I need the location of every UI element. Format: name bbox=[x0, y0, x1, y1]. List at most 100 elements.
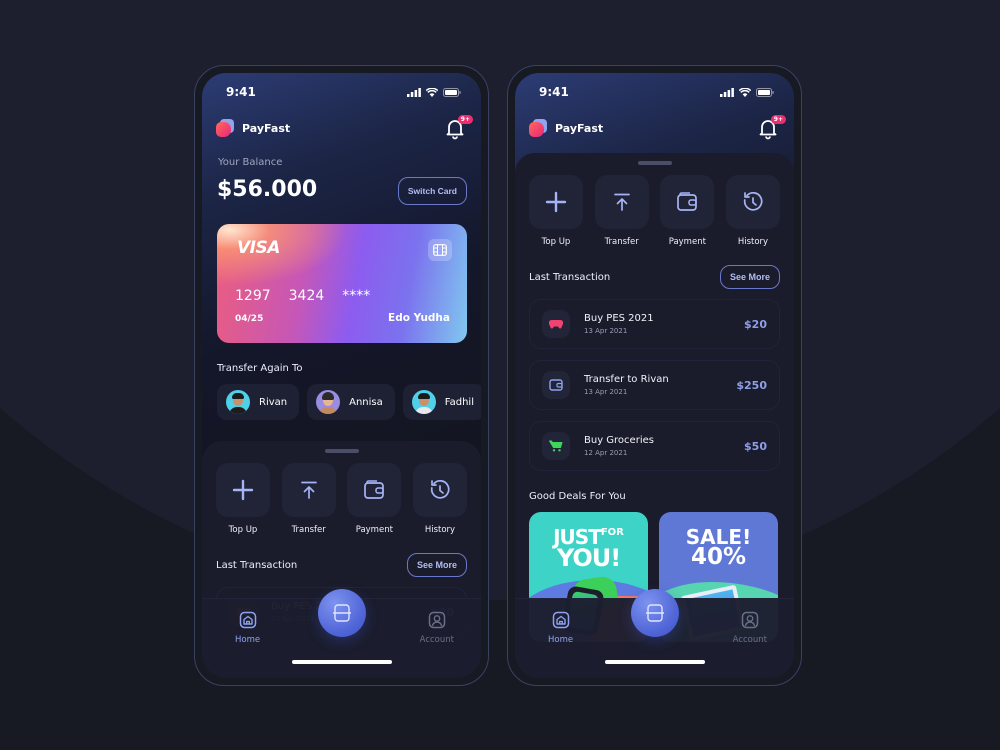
action-transfer[interactable]: Transfer bbox=[594, 175, 649, 247]
see-more-button[interactable]: See More bbox=[719, 265, 780, 289]
payfast-logo-icon bbox=[216, 119, 234, 137]
phone-expanded-sheet: 9:41 PayFast 9+ Top Up Transfer Payment … bbox=[507, 65, 802, 686]
nav-account[interactable]: Account bbox=[420, 611, 454, 645]
contact-name: Annisa bbox=[349, 396, 383, 408]
app-name: PayFast bbox=[242, 121, 291, 135]
screen: 9:41 PayFast 9+ Top Up Transfer Payment … bbox=[515, 73, 794, 678]
plus-icon bbox=[545, 191, 567, 213]
card-expiry: 04/25 bbox=[235, 314, 264, 324]
scan-button[interactable] bbox=[630, 589, 679, 637]
upload-icon bbox=[300, 481, 317, 499]
status-time: 9:41 bbox=[539, 85, 569, 99]
action-payment[interactable]: Payment bbox=[660, 175, 715, 247]
balance-label: Your Balance bbox=[218, 157, 283, 168]
balance-value: $56.000 bbox=[217, 177, 318, 202]
transactions-header: Last Transaction See More bbox=[202, 553, 481, 577]
brand: PayFast bbox=[216, 119, 290, 137]
deal-text-you: YOU! bbox=[556, 544, 621, 572]
app-header: PayFast 9+ bbox=[216, 115, 473, 140]
card-brand: VISA bbox=[237, 238, 280, 258]
notification-button[interactable]: 9+ bbox=[443, 115, 473, 140]
wifi-icon bbox=[426, 87, 438, 97]
see-more-button[interactable]: See More bbox=[406, 553, 467, 577]
action-label: Top Up bbox=[541, 237, 571, 247]
last-transaction-title: Last Transaction bbox=[216, 559, 298, 571]
background-arc bbox=[0, 0, 1000, 600]
nav-account[interactable]: Account bbox=[733, 611, 767, 645]
signal-icon bbox=[407, 87, 421, 97]
scan-button[interactable] bbox=[317, 589, 366, 637]
plus-icon bbox=[232, 479, 254, 501]
upload-icon bbox=[613, 193, 630, 211]
wallet-icon bbox=[549, 379, 563, 391]
app-header: PayFast 9+ bbox=[529, 115, 786, 140]
action-history[interactable]: History bbox=[725, 175, 780, 247]
transaction-date: 12 Apr 2021 bbox=[584, 449, 628, 457]
battery-icon bbox=[756, 87, 774, 97]
brand: PayFast bbox=[529, 119, 603, 137]
transaction-list: Buy PES 2021 13 Apr 2021 $20 Transfer to… bbox=[515, 299, 794, 471]
transaction-amount: $50 bbox=[744, 439, 767, 453]
deal-text-percent: 40% bbox=[690, 544, 747, 570]
contact-chip[interactable]: Rivan bbox=[217, 384, 300, 420]
transaction-date: 13 Apr 2021 bbox=[584, 388, 628, 396]
nav-account-label: Account bbox=[732, 635, 767, 645]
sheet-drag-handle[interactable] bbox=[324, 449, 359, 453]
action-payment[interactable]: Payment bbox=[347, 463, 402, 535]
action-top-up[interactable]: Top Up bbox=[216, 463, 270, 535]
nav-home-label: Home bbox=[548, 635, 574, 645]
action-label: Payment bbox=[668, 237, 706, 247]
contact-name: Fadhil bbox=[444, 396, 474, 408]
action-transfer[interactable]: Transfer bbox=[281, 463, 336, 535]
status-bar: 9:41 bbox=[226, 85, 461, 99]
transaction-item[interactable]: Transfer to Rivan 13 Apr 2021 $250 bbox=[529, 360, 780, 410]
action-history[interactable]: History bbox=[412, 463, 467, 535]
credit-card[interactable]: VISA 1297 3424 **** 04/25 Edo Yudha bbox=[217, 224, 467, 343]
avatar bbox=[226, 390, 250, 414]
payfast-logo-icon bbox=[529, 119, 547, 137]
bottom-nav: Home Account bbox=[515, 589, 794, 678]
transaction-item[interactable]: Buy Groceries 12 Apr 2021 $50 bbox=[529, 421, 780, 471]
account-icon bbox=[428, 611, 446, 629]
cart-icon bbox=[549, 440, 563, 452]
deal-headline: SALE! 40% bbox=[659, 527, 778, 570]
screen: 9:41 PayFast 9+ Your Balance $56.000 Swi… bbox=[202, 73, 481, 678]
scan-icon bbox=[645, 604, 664, 622]
transaction-amount: $20 bbox=[744, 317, 767, 331]
action-label: Transfer bbox=[291, 525, 326, 535]
card-holder: Edo Yudha bbox=[388, 312, 450, 324]
card-number-group: 3424 bbox=[288, 288, 325, 304]
quick-actions: Top Up Transfer Payment History bbox=[515, 175, 794, 247]
status-time: 9:41 bbox=[226, 85, 256, 99]
status-icons bbox=[407, 87, 461, 97]
sheet-drag-handle[interactable] bbox=[637, 161, 672, 165]
contact-chip[interactable]: Fadhil bbox=[402, 384, 481, 420]
deal-text-for: FOR bbox=[600, 527, 624, 538]
nav-home[interactable]: Home bbox=[548, 611, 573, 645]
action-label: Transfer bbox=[604, 237, 639, 247]
action-top-up[interactable]: Top Up bbox=[529, 175, 583, 247]
action-label: History bbox=[424, 525, 456, 535]
action-label: Payment bbox=[355, 525, 393, 535]
notification-button[interactable]: 9+ bbox=[756, 115, 786, 140]
transaction-name: Buy Groceries bbox=[584, 435, 654, 446]
signal-icon bbox=[720, 87, 734, 97]
contact-name: Rivan bbox=[259, 396, 288, 408]
card-number-group: **** bbox=[342, 288, 371, 304]
last-transaction-title: Last Transaction bbox=[529, 271, 611, 283]
phone-home-screen: 9:41 PayFast 9+ Your Balance $56.000 Swi… bbox=[194, 65, 489, 686]
nav-home-label: Home bbox=[235, 635, 261, 645]
battery-icon bbox=[443, 87, 461, 97]
gamepad-icon bbox=[549, 319, 563, 329]
home-icon bbox=[552, 611, 569, 629]
avatar bbox=[411, 390, 436, 414]
card-number-group: 1297 bbox=[235, 288, 271, 304]
home-icon bbox=[239, 611, 256, 629]
switch-card-button[interactable]: Switch Card bbox=[397, 177, 467, 205]
card-number: 1297 3424 **** bbox=[235, 288, 370, 304]
chip-icon bbox=[428, 239, 452, 261]
contact-chip[interactable]: Annisa bbox=[307, 384, 395, 420]
nav-home[interactable]: Home bbox=[235, 611, 260, 645]
notification-badge: 9+ bbox=[770, 115, 786, 124]
transaction-item[interactable]: Buy PES 2021 13 Apr 2021 $20 bbox=[529, 299, 780, 349]
